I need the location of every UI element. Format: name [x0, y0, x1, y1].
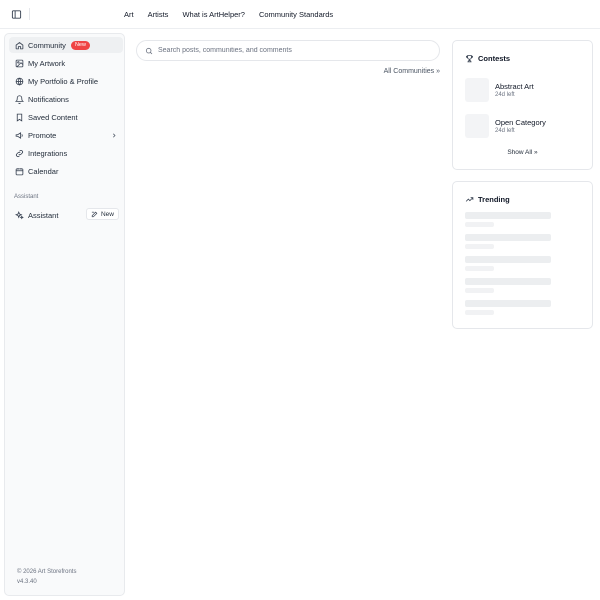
contests-title: Contests: [478, 54, 511, 63]
skeleton-line: [465, 266, 494, 271]
show-all-contests-link[interactable]: Show All »: [453, 149, 592, 156]
topnav-art-link[interactable]: Art: [124, 10, 134, 19]
sidebar-item-label: Calendar: [28, 166, 59, 176]
contests-header: Contests: [465, 54, 510, 63]
globe-icon: [14, 76, 24, 86]
skeleton-line: [465, 300, 551, 307]
new-badge: New: [70, 40, 90, 50]
contest-item[interactable]: Abstract Art 24d left: [465, 78, 585, 102]
home-icon: [14, 40, 24, 50]
sidebar-item-my-artwork[interactable]: My Artwork: [9, 55, 123, 71]
megaphone-icon: [14, 130, 24, 140]
sidebar-item-saved-content[interactable]: Saved Content: [9, 109, 123, 125]
sidebar-toggle-icon[interactable]: [10, 8, 22, 20]
trophy-icon: [466, 55, 473, 63]
sidebar-item-label: Saved Content: [28, 112, 78, 122]
copyright-text: © 2026 Art Storefronts: [17, 569, 77, 575]
contest-item[interactable]: Open Category 24d left: [465, 114, 585, 138]
skeleton-line: [465, 310, 494, 315]
chevron-right-icon: [110, 130, 118, 140]
sidebar: Community New My Artwork My Portfolio & …: [4, 33, 125, 596]
sparkles-icon: [14, 210, 24, 220]
sidebar-item-label: Community: [28, 40, 66, 50]
contest-thumbnail: [465, 78, 489, 102]
search-icon: [145, 47, 153, 54]
bookmark-icon: [14, 112, 24, 122]
sidebar-item-label: My Portfolio & Profile: [28, 76, 99, 86]
trending-title: Trending: [478, 195, 510, 204]
topnav-about-link[interactable]: What is ArtHelper?: [182, 10, 245, 19]
contest-thumbnail: [465, 114, 489, 138]
skeleton-line: [465, 278, 551, 285]
skeleton-line: [465, 222, 494, 227]
trending-up-icon: [465, 197, 474, 202]
divider: [29, 8, 30, 20]
top-bar: Art Artists What is ArtHelper? Community…: [0, 0, 600, 29]
sidebar-item-notifications[interactable]: Notifications: [9, 91, 123, 107]
topnav-artists-link[interactable]: Artists: [148, 10, 169, 19]
contest-name: Open Category: [495, 118, 546, 127]
trending-card: Trending: [452, 181, 593, 329]
all-communities-link[interactable]: All Communities »: [384, 68, 440, 75]
skeleton-line: [465, 212, 551, 219]
trending-header: Trending: [465, 195, 510, 204]
sidebar-item-label: Notifications: [28, 94, 69, 104]
top-nav: Art Artists What is ArtHelper? Community…: [124, 0, 333, 28]
image-icon: [14, 58, 24, 68]
sidebar-item-community[interactable]: Community New: [9, 37, 123, 53]
topnav-standards-link[interactable]: Community Standards: [259, 10, 333, 19]
sidebar-item-label: Integrations: [28, 148, 68, 158]
search-bar[interactable]: [136, 40, 440, 61]
calendar-icon: [14, 166, 24, 176]
skeleton-line: [465, 244, 494, 249]
search-input[interactable]: [158, 47, 428, 54]
contest-time-left: 24d left: [495, 128, 515, 134]
sidebar-item-calendar[interactable]: Calendar: [9, 163, 123, 179]
sidebar-item-assistant[interactable]: Assistant New: [9, 207, 123, 223]
version-text: v4.3.40: [17, 579, 37, 585]
contest-name: Abstract Art: [495, 82, 534, 91]
sidebar-item-promote[interactable]: Promote: [9, 127, 123, 143]
assistant-section-title: Assistant: [14, 194, 39, 200]
sidebar-item-label: My Artwork: [28, 58, 66, 68]
link-icon: [14, 148, 24, 158]
sidebar-item-label: Promote: [28, 130, 57, 140]
edit-icon: [91, 211, 98, 217]
sidebar-item-label: Assistant: [28, 210, 59, 220]
skeleton-line: [465, 234, 551, 241]
sidebar-item-integrations[interactable]: Integrations: [9, 145, 123, 161]
contest-time-left: 24d left: [495, 92, 515, 98]
sidebar-item-portfolio[interactable]: My Portfolio & Profile: [9, 73, 123, 89]
skeleton-line: [465, 288, 494, 293]
skeleton-line: [465, 256, 551, 263]
new-chat-button[interactable]: New: [85, 208, 119, 220]
new-chat-label: New: [100, 210, 114, 218]
bell-icon: [14, 94, 24, 104]
contests-card: Contests Abstract Art 24d left Open Cate…: [452, 40, 593, 170]
